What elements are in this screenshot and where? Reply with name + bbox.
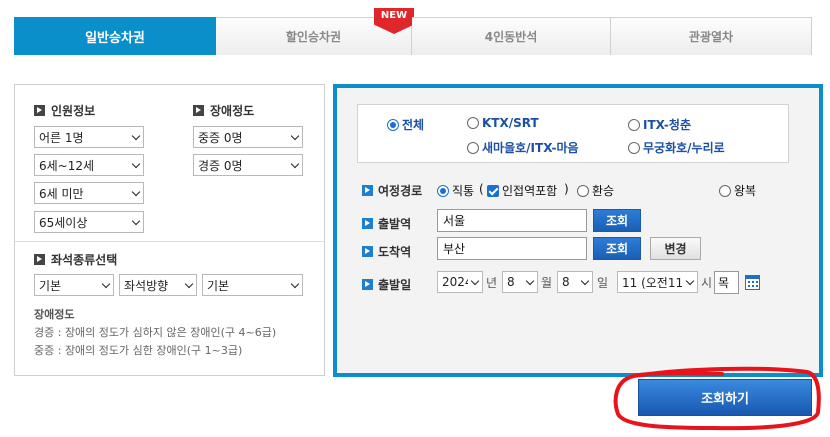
route-panel: 전체 KTX/SRT ITX-청춘 새마을호/ITX-마음 무궁화호/누리로 여… [333,84,823,377]
tab-discount-ticket[interactable]: 할인승차권 NEW [216,8,414,55]
swap-stations-button[interactable]: 변경 [650,237,701,260]
month-select[interactable]: 8 [502,271,538,293]
arrow-bullet-icon [34,105,45,116]
departure-search-button[interactable]: 조회 [593,209,641,232]
radio-icon [467,117,479,129]
mild-note: 경증 : 장애의 정도가 심하지 않은 장애인(구 4~6급) [34,326,277,339]
radio-icon [577,184,589,197]
radio-icon [628,141,640,154]
tab-label: 할인승차권 [285,30,342,44]
train-type-itx-cheongchun-radio[interactable]: ITX-청춘 [628,116,691,133]
route-direct-radio[interactable]: 직통 [437,182,474,199]
chevron-down-icon [129,183,143,203]
chevron-down-icon [129,212,143,232]
paren-open: ( [479,182,484,196]
route-type-label: 여정경로 [362,182,422,199]
paren-close: ) [564,182,569,196]
tab-label: 일반승차권 [85,31,145,46]
year-select[interactable]: 2024 [437,271,483,293]
severe-note: 중증 : 장애의 정도가 심한 장애인(구 1~3급) [34,344,243,357]
calendar-icon[interactable] [745,275,760,290]
month-unit: 월 [541,276,553,290]
radio-icon [628,118,640,131]
train-type-ktx-radio[interactable]: KTX/SRT [467,116,539,130]
new-badge: NEW [374,8,414,34]
hour-unit: 시 [701,276,713,290]
departure-label: 출발역 [362,215,411,232]
senior-count-select[interactable]: 65세이상 [34,211,144,233]
chevron-down-icon [99,275,113,295]
departure-date-label: 출발일 [362,276,411,293]
radio-icon [467,141,479,154]
seat-type-heading: 좌석종류선택 [34,251,117,268]
seat-option-select[interactable]: 기본 [202,274,303,296]
arrow-bullet-icon [193,105,204,116]
disability-heading: 장애정도 [193,102,254,119]
train-type-all-radio[interactable]: 전체 [387,116,424,133]
train-type-saemaeul-radio[interactable]: 새마을호/ITX-마음 [467,139,579,156]
tab-label: 관광열차 [688,30,734,44]
arrow-bullet-icon [362,279,373,290]
day-select[interactable]: 8 [557,271,593,293]
passenger-info-heading: 인원정보 [34,102,95,119]
disability-note-title: 장애정도 [34,308,75,321]
radio-selected-icon [437,184,449,197]
tab-general-ticket[interactable]: 일반승차권 [14,17,216,55]
include-nearby-checkbox[interactable]: 인접역포함 [487,182,557,199]
infant-count-select[interactable]: 6세 미만 [34,182,144,204]
adult-count-select[interactable]: 어른 1명 [34,126,144,148]
chevron-down-icon [523,272,537,292]
hour-select[interactable]: 11 (오전11) [617,271,698,293]
chevron-down-icon [129,127,143,147]
arrival-station-input[interactable]: 부산 [437,237,587,260]
chevron-down-icon [578,272,592,292]
tab-label: 4인동반석 [484,30,538,44]
severe-disability-select[interactable]: 중증 0명 [193,126,303,148]
round-trip-radio[interactable]: 왕복 [719,182,756,199]
arrow-bullet-icon [34,254,45,265]
arrow-bullet-icon [362,185,373,196]
radio-icon [719,184,731,197]
search-trains-button[interactable]: 조회하기 [638,379,812,416]
chevron-down-icon [683,272,697,292]
chevron-down-icon [288,155,302,175]
weekday-display: 목 [714,271,739,294]
chevron-down-icon [288,275,302,295]
tab-group-seat[interactable]: 4인동반석 [412,17,611,55]
train-type-mugunghwa-radio[interactable]: 무궁화호/누리로 [628,139,725,156]
divider [15,241,324,242]
chevron-down-icon [468,272,482,292]
day-unit: 일 [597,276,609,290]
radio-selected-icon [387,118,399,131]
seat-direction-select[interactable]: 좌석방향 [119,274,197,296]
year-unit: 년 [486,276,498,290]
arrow-bullet-icon [362,246,373,257]
chevron-down-icon [288,127,302,147]
train-type-panel: 전체 KTX/SRT ITX-청춘 새마을호/ITX-마음 무궁화호/누리로 [357,104,789,163]
ticket-type-tabs: 일반승차권 할인승차권 NEW 4인동반석 관광열차 [14,8,812,55]
passenger-panel: 인원정보 장애정도 어른 1명 6세~12세 6세 미만 65세이상 중증 0명… [14,84,325,376]
arrow-bullet-icon [362,218,373,229]
tab-tour-train[interactable]: 관광열차 [611,17,812,55]
chevron-down-icon [129,155,143,175]
departure-station-input[interactable]: 서울 [437,209,587,232]
checkbox-checked-icon [487,184,499,197]
route-transfer-radio[interactable]: 환승 [577,182,614,199]
child-count-select[interactable]: 6세~12세 [34,154,144,176]
arrival-label: 도착역 [362,243,411,260]
mild-disability-select[interactable]: 경증 0명 [193,154,303,176]
arrival-search-button[interactable]: 조회 [593,237,641,260]
chevron-down-icon [182,275,196,295]
seat-type-select[interactable]: 기본 [34,274,114,296]
